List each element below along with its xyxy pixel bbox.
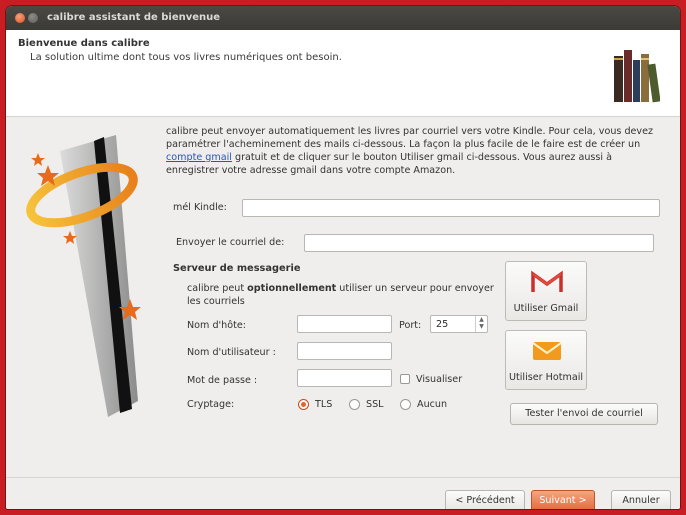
close-window-button[interactable]	[15, 13, 25, 23]
gmail-account-link[interactable]: compte gmail	[166, 152, 232, 163]
page-title: Bienvenue dans calibre	[18, 38, 150, 49]
use-hotmail-button[interactable]: Utiliser Hotmail	[505, 330, 587, 390]
mail-server-title: Serveur de messagerie	[173, 263, 301, 274]
footer-separator	[6, 477, 680, 478]
radio-tls-label[interactable]: TLS	[315, 399, 332, 410]
send-from-label: Envoyer le courriel de:	[176, 237, 285, 248]
gmail-icon	[531, 270, 563, 292]
kindle-email-label: mél Kindle:	[173, 202, 227, 213]
use-gmail-label: Utiliser Gmail	[513, 303, 579, 314]
kindle-email-input[interactable]	[242, 199, 660, 217]
envelope-icon	[532, 342, 562, 360]
show-password-label[interactable]: Visualiser	[416, 374, 462, 385]
description-text: calibre peut envoyer automatiquement les…	[166, 125, 661, 177]
wizard-window: calibre assistant de bienvenue Bienvenue…	[6, 6, 680, 509]
radio-tls[interactable]	[298, 399, 309, 410]
radio-ssl[interactable]	[349, 399, 360, 410]
explanation-bold: optionnellement	[247, 283, 337, 294]
page-subtitle: La solution ultime dont tous vos livres …	[30, 52, 342, 63]
wizard-header: Bienvenue dans calibre La solution ultim…	[6, 30, 680, 117]
description-part2: gratuit et de cliquer sur le bouton Util…	[166, 152, 613, 176]
cancel-button[interactable]: Annuler	[611, 490, 671, 509]
wizard-content: calibre peut envoyer automatiquement les…	[6, 117, 680, 509]
previous-button[interactable]: < Précédent	[445, 490, 525, 509]
password-label: Mot de passe :	[187, 375, 258, 386]
description-part1: calibre peut envoyer automatiquement les…	[166, 126, 654, 150]
port-stepper[interactable]: ▲ ▼	[475, 316, 487, 332]
show-password-checkbox[interactable]	[400, 374, 410, 384]
port-spinbox[interactable]: 25 ▲ ▼	[430, 315, 488, 333]
send-from-input[interactable]	[304, 234, 654, 252]
hostname-label: Nom d'hôte:	[187, 320, 247, 331]
next-button[interactable]: Suivant >	[531, 490, 595, 509]
port-label: Port:	[399, 320, 422, 331]
test-email-button[interactable]: Tester l'envoi de courriel	[510, 403, 658, 425]
username-input[interactable]	[297, 342, 392, 360]
books-icon	[614, 50, 660, 103]
password-input[interactable]	[297, 369, 392, 387]
use-hotmail-label: Utiliser Hotmail	[508, 372, 584, 383]
window-title: calibre assistant de bienvenue	[47, 12, 221, 23]
username-label: Nom d'utilisateur :	[187, 347, 276, 358]
calibre-logo	[26, 135, 141, 417]
hostname-input[interactable]	[297, 315, 392, 333]
mail-server-explanation: calibre peut optionnellement utiliser un…	[187, 282, 497, 308]
titlebar: calibre assistant de bienvenue	[6, 6, 680, 30]
radio-none[interactable]	[400, 399, 411, 410]
radio-ssl-label[interactable]: SSL	[366, 399, 384, 410]
explanation-pre: calibre peut	[187, 283, 248, 294]
minimize-window-button[interactable]	[28, 13, 38, 23]
port-value: 25	[436, 319, 449, 330]
encryption-label: Cryptage:	[187, 399, 235, 410]
use-gmail-button[interactable]: Utiliser Gmail	[505, 261, 587, 321]
radio-none-label[interactable]: Aucun	[417, 399, 447, 410]
